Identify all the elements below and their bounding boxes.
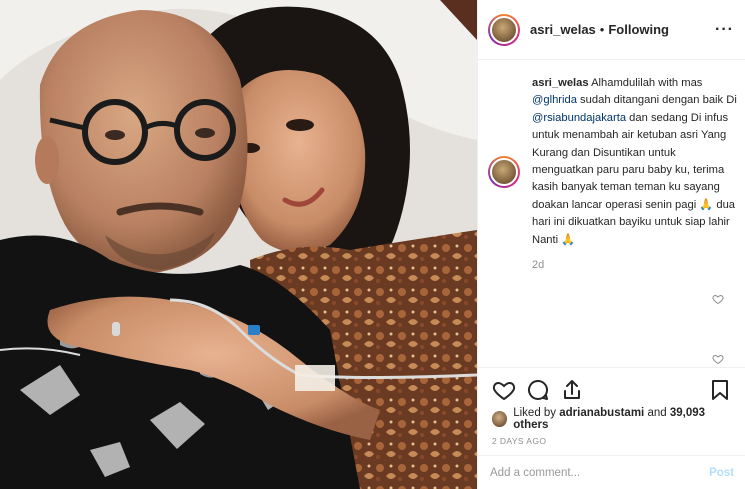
mention-glhrida[interactable]: @glhrida	[532, 94, 577, 106]
comment-like-heart-icon-2[interactable]	[712, 353, 724, 365]
add-comment-bar: Post	[478, 455, 745, 489]
caption-text-2: sudah ditangani dengan baik Di	[576, 94, 737, 107]
likes-prefix: Liked by	[513, 407, 560, 419]
separator-dot: •	[599, 22, 605, 37]
post-comment-button[interactable]: Post	[709, 467, 734, 479]
post-actions: Liked by adrianabustami and 39,093 other…	[478, 367, 745, 467]
more-options-icon[interactable]: ···	[715, 21, 734, 39]
post-header: asri_welas • Following ···	[478, 0, 745, 60]
liker-username[interactable]: adrianabustami	[559, 407, 644, 419]
couple-selfie-image	[0, 0, 477, 489]
heart-icon[interactable]	[492, 378, 516, 402]
bookmark-icon[interactable]	[708, 378, 732, 402]
post-photo[interactable]	[0, 0, 477, 489]
share-icon[interactable]	[560, 378, 584, 402]
post-side-panel: asri_welas • Following ··· asri_welas Al…	[477, 0, 745, 489]
likes-text[interactable]: Liked by adrianabustami and 39,093 other…	[513, 407, 732, 431]
caption-text-3: dan sedang Di infus untuk menambah air k…	[532, 111, 736, 246]
post-caption: asri_welas Alhamdulilah with mas @glhrid…	[488, 75, 738, 249]
author-avatar[interactable]	[488, 13, 520, 46]
likes-middle: and	[644, 407, 670, 419]
liker-avatar[interactable]	[492, 411, 508, 427]
likes-summary: Liked by adrianabustami and 39,093 other…	[492, 407, 732, 431]
comments-section[interactable]: asri_welas Alhamdulilah with mas @glhrid…	[478, 61, 745, 367]
following-button[interactable]: Following	[608, 22, 669, 37]
action-icon-row	[492, 371, 732, 409]
comment-icon[interactable]	[526, 378, 550, 402]
post-date[interactable]: 2 DAYS AGO	[492, 436, 732, 446]
author-username[interactable]: asri_welas	[530, 22, 596, 37]
caption-timestamp[interactable]: 2d	[488, 259, 734, 271]
comment-input[interactable]	[490, 466, 710, 479]
comment-like-heart-icon[interactable]	[712, 293, 724, 305]
caption-username[interactable]: asri_welas	[532, 77, 589, 89]
mention-rsiabundajakarta[interactable]: @rsiabundajakarta	[532, 112, 626, 124]
caption-text-1: Alhamdulilah with mas	[588, 77, 703, 89]
